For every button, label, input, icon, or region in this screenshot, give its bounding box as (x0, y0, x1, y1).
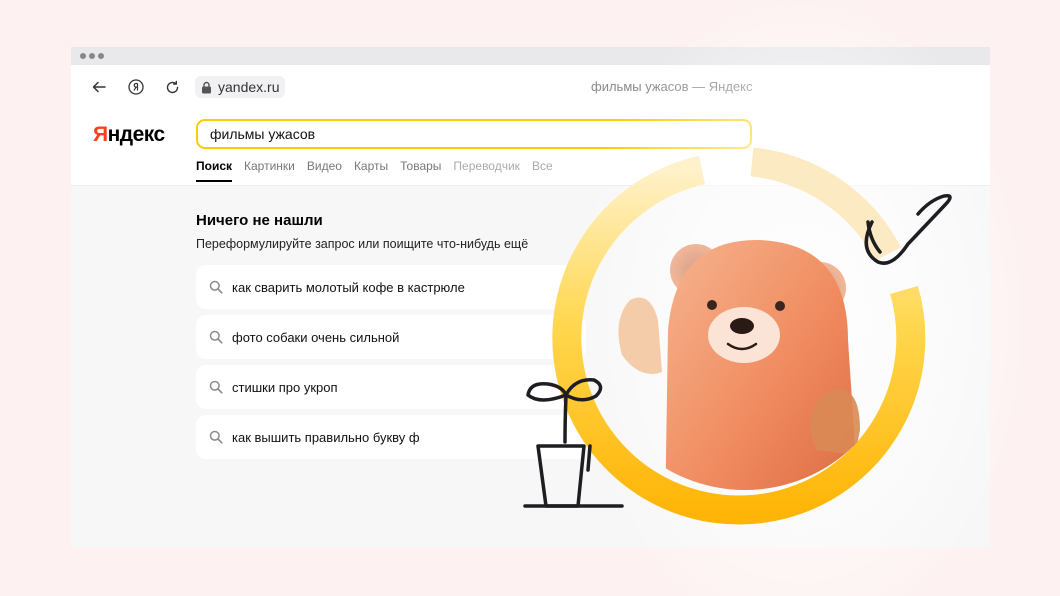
bear-paw (618, 297, 662, 374)
bear-illustration (523, 147, 952, 525)
